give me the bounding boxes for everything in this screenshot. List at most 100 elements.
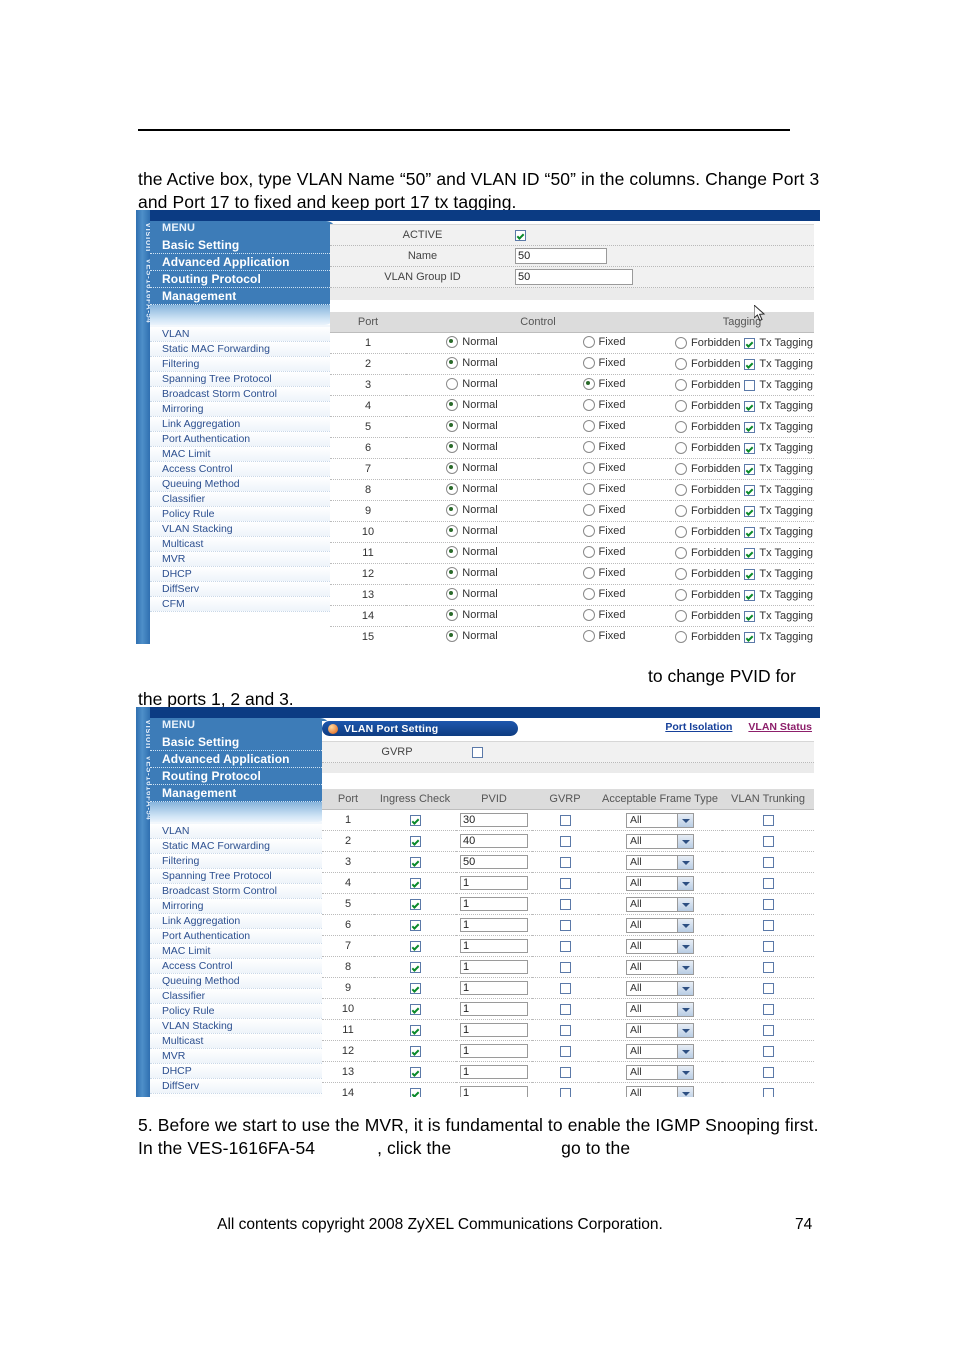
radio-forbidden[interactable] xyxy=(675,484,687,496)
radio-fixed[interactable] xyxy=(582,566,595,579)
chevron-down-icon[interactable] xyxy=(677,876,693,890)
radio-normal[interactable] xyxy=(446,419,459,432)
frame-type-select[interactable]: All xyxy=(626,1001,694,1017)
radio-fixed[interactable] xyxy=(582,356,595,369)
sidebar-subitem-classifier[interactable]: Classifier xyxy=(150,989,330,1004)
radio-forbidden[interactable] xyxy=(675,379,687,391)
sidebar-subitem-dhcp[interactable]: DHCP xyxy=(150,1064,330,1079)
ingress-check-checkbox[interactable] xyxy=(409,919,421,931)
radio-normal[interactable] xyxy=(446,587,459,600)
gvrp-checkbox[interactable] xyxy=(559,940,571,952)
sidebar-item-advanced-application[interactable]: Advanced Application xyxy=(150,751,330,768)
radio-normal[interactable] xyxy=(446,629,459,642)
vlan-trunking-checkbox[interactable] xyxy=(762,982,774,994)
frame-type-select[interactable]: All xyxy=(626,959,694,975)
ingress-check-checkbox[interactable] xyxy=(409,1087,421,1097)
link-port-isolation[interactable]: Port Isolation xyxy=(665,721,732,733)
radio-normal[interactable] xyxy=(446,377,459,390)
radio-fixed[interactable] xyxy=(582,503,595,516)
sidebar-item-basic-setting[interactable]: Basic Setting xyxy=(150,237,336,254)
tx-tagging-checkbox[interactable] xyxy=(744,526,756,538)
radio-fixed[interactable] xyxy=(582,440,595,453)
frame-type-select[interactable]: All xyxy=(626,1043,694,1059)
sidebar-subitem-spanning-tree-protocol[interactable]: Spanning Tree Protocol xyxy=(150,372,336,387)
pvid-input[interactable] xyxy=(460,1065,528,1079)
sidebar-subitem-dhcp[interactable]: DHCP xyxy=(150,567,336,582)
radio-fixed[interactable] xyxy=(582,524,595,537)
sidebar-subitem-multicast[interactable]: Multicast xyxy=(150,1034,330,1049)
vlan-trunking-checkbox[interactable] xyxy=(762,877,774,889)
radio-forbidden[interactable] xyxy=(675,463,687,475)
sidebar-subitem-cfm[interactable]: CFM xyxy=(150,597,336,612)
tx-tagging-checkbox[interactable] xyxy=(744,484,756,496)
sidebar-subitem-port-authentication[interactable]: Port Authentication xyxy=(150,432,336,447)
pvid-input[interactable] xyxy=(460,981,528,995)
radio-fixed[interactable] xyxy=(582,629,595,642)
frame-type-select[interactable]: All xyxy=(626,1064,694,1080)
tx-tagging-checkbox[interactable] xyxy=(744,442,756,454)
sidebar-item-routing-protocol[interactable]: Routing Protocol xyxy=(150,768,330,785)
ingress-check-checkbox[interactable] xyxy=(409,982,421,994)
vlan-trunking-checkbox[interactable] xyxy=(762,835,774,847)
vlan-trunking-checkbox[interactable] xyxy=(762,919,774,931)
vlan-trunking-checkbox[interactable] xyxy=(762,898,774,910)
chevron-down-icon[interactable] xyxy=(677,960,693,974)
radio-normal[interactable] xyxy=(446,503,459,516)
radio-forbidden[interactable] xyxy=(675,358,687,370)
sidebar-subitem-cfm[interactable]: CFM xyxy=(150,1094,330,1097)
chevron-down-icon[interactable] xyxy=(677,813,693,827)
radio-fixed[interactable] xyxy=(582,335,595,348)
tx-tagging-checkbox[interactable] xyxy=(744,547,756,559)
sidebar-subitem-link-aggregation[interactable]: Link Aggregation xyxy=(150,417,336,432)
frame-type-select[interactable]: All xyxy=(626,980,694,996)
sidebar-subitem-filtering[interactable]: Filtering xyxy=(150,357,336,372)
sidebar-subitem-port-authentication[interactable]: Port Authentication xyxy=(150,929,330,944)
sidebar-subitem-multicast[interactable]: Multicast xyxy=(150,537,336,552)
vlan-trunking-checkbox[interactable] xyxy=(762,940,774,952)
radio-normal[interactable] xyxy=(446,482,459,495)
vlan-trunking-checkbox[interactable] xyxy=(762,1087,774,1097)
radio-normal[interactable] xyxy=(446,398,459,411)
radio-normal[interactable] xyxy=(446,566,459,579)
radio-fixed[interactable] xyxy=(582,461,595,474)
gvrp-checkbox[interactable] xyxy=(559,856,571,868)
ingress-check-checkbox[interactable] xyxy=(409,961,421,973)
chevron-down-icon[interactable] xyxy=(677,855,693,869)
tx-tagging-checkbox[interactable] xyxy=(744,589,756,601)
ingress-check-checkbox[interactable] xyxy=(409,814,421,826)
sidebar-item-management[interactable]: Management xyxy=(150,785,330,802)
radio-fixed[interactable] xyxy=(582,482,595,495)
sidebar-subitem-broadcast-storm-control[interactable]: Broadcast Storm Control xyxy=(150,387,336,402)
tx-tagging-checkbox[interactable] xyxy=(744,379,756,391)
vlan-name-input[interactable] xyxy=(515,248,607,264)
frame-type-select[interactable]: All xyxy=(626,896,694,912)
gvrp-checkbox[interactable] xyxy=(559,1087,571,1097)
sidebar-subitem-classifier[interactable]: Classifier xyxy=(150,492,336,507)
pvid-input[interactable] xyxy=(460,1002,528,1016)
radio-normal[interactable] xyxy=(446,545,459,558)
vlan-group-id-input[interactable] xyxy=(515,269,633,285)
gvrp-checkbox[interactable] xyxy=(559,1066,571,1078)
gvrp-checkbox[interactable] xyxy=(559,877,571,889)
radio-normal[interactable] xyxy=(446,356,459,369)
pvid-input[interactable] xyxy=(460,918,528,932)
chevron-down-icon[interactable] xyxy=(677,1044,693,1058)
sidebar-subitem-static-mac-forwarding[interactable]: Static MAC Forwarding xyxy=(150,839,330,854)
radio-forbidden[interactable] xyxy=(675,631,687,643)
frame-type-select[interactable]: All xyxy=(626,875,694,891)
gvrp-checkbox[interactable] xyxy=(559,961,571,973)
pvid-input[interactable] xyxy=(460,1044,528,1058)
sidebar-subitem-mvr[interactable]: MVR xyxy=(150,1049,330,1064)
ingress-check-checkbox[interactable] xyxy=(409,835,421,847)
radio-forbidden[interactable] xyxy=(675,526,687,538)
vlan-trunking-checkbox[interactable] xyxy=(762,1066,774,1078)
vlan-trunking-checkbox[interactable] xyxy=(762,1003,774,1015)
gvrp-checkbox[interactable] xyxy=(559,1045,571,1057)
radio-normal[interactable] xyxy=(446,440,459,453)
radio-fixed[interactable] xyxy=(582,398,595,411)
pvid-input[interactable] xyxy=(460,897,528,911)
radio-fixed[interactable] xyxy=(582,377,595,390)
sidebar-subitem-diffserv[interactable]: DiffServ xyxy=(150,582,336,597)
vlan-trunking-checkbox[interactable] xyxy=(762,1024,774,1036)
sidebar-subitem-vlan-stacking[interactable]: VLAN Stacking xyxy=(150,1019,330,1034)
